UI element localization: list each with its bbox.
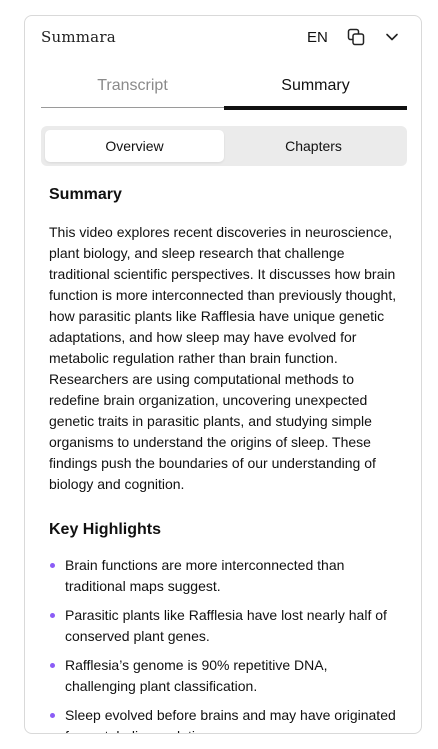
highlight-text: Sleep evolved before brains and may have… (65, 707, 396, 733)
main-tabs: Transcript Summary (41, 66, 407, 110)
highlight-item: Brain functions are more interconnected … (49, 555, 399, 597)
panel-header: Summara EN (25, 16, 421, 60)
summary-panel: Summara EN Transcript Summary Overview C… (24, 15, 422, 734)
overview-toggle[interactable]: Overview (45, 130, 224, 162)
summary-heading: Summary (49, 186, 122, 203)
bullet-dot (50, 713, 55, 718)
language-selector[interactable]: EN (307, 29, 328, 46)
brand-logo: Summara (41, 28, 116, 46)
bullet-dot (50, 613, 55, 618)
collapse-button[interactable] (381, 26, 403, 48)
tab-summary[interactable]: Summary (224, 66, 407, 106)
tab-transcript[interactable]: Transcript (41, 66, 224, 106)
highlight-text: Rafflesia’s genome is 90% repetitive DNA… (65, 657, 328, 694)
copy-icon (347, 28, 365, 46)
bullet-dot (50, 663, 55, 668)
highlight-item: Sleep evolved before brains and may have… (49, 705, 399, 733)
highlight-text: Parasitic plants like Rafflesia have los… (65, 607, 387, 644)
highlight-item: Rafflesia’s genome is 90% repetitive DNA… (49, 655, 399, 697)
summary-paragraph: This video explores recent discoveries i… (49, 224, 397, 492)
chapters-toggle[interactable]: Chapters (224, 130, 403, 162)
copy-button[interactable] (345, 26, 367, 48)
chevron-down-icon (386, 33, 398, 41)
bullet-dot (50, 563, 55, 568)
highlights-heading: Key Highlights (49, 521, 162, 538)
highlight-text: Brain functions are more interconnected … (65, 557, 345, 594)
summary-content: Summary This video explores recent disco… (49, 182, 399, 733)
highlights-list: Brain functions are more interconnected … (49, 555, 399, 733)
view-toggle: Overview Chapters (41, 126, 407, 166)
highlight-item: Parasitic plants like Rafflesia have los… (49, 605, 399, 647)
active-tab-indicator (224, 106, 407, 110)
